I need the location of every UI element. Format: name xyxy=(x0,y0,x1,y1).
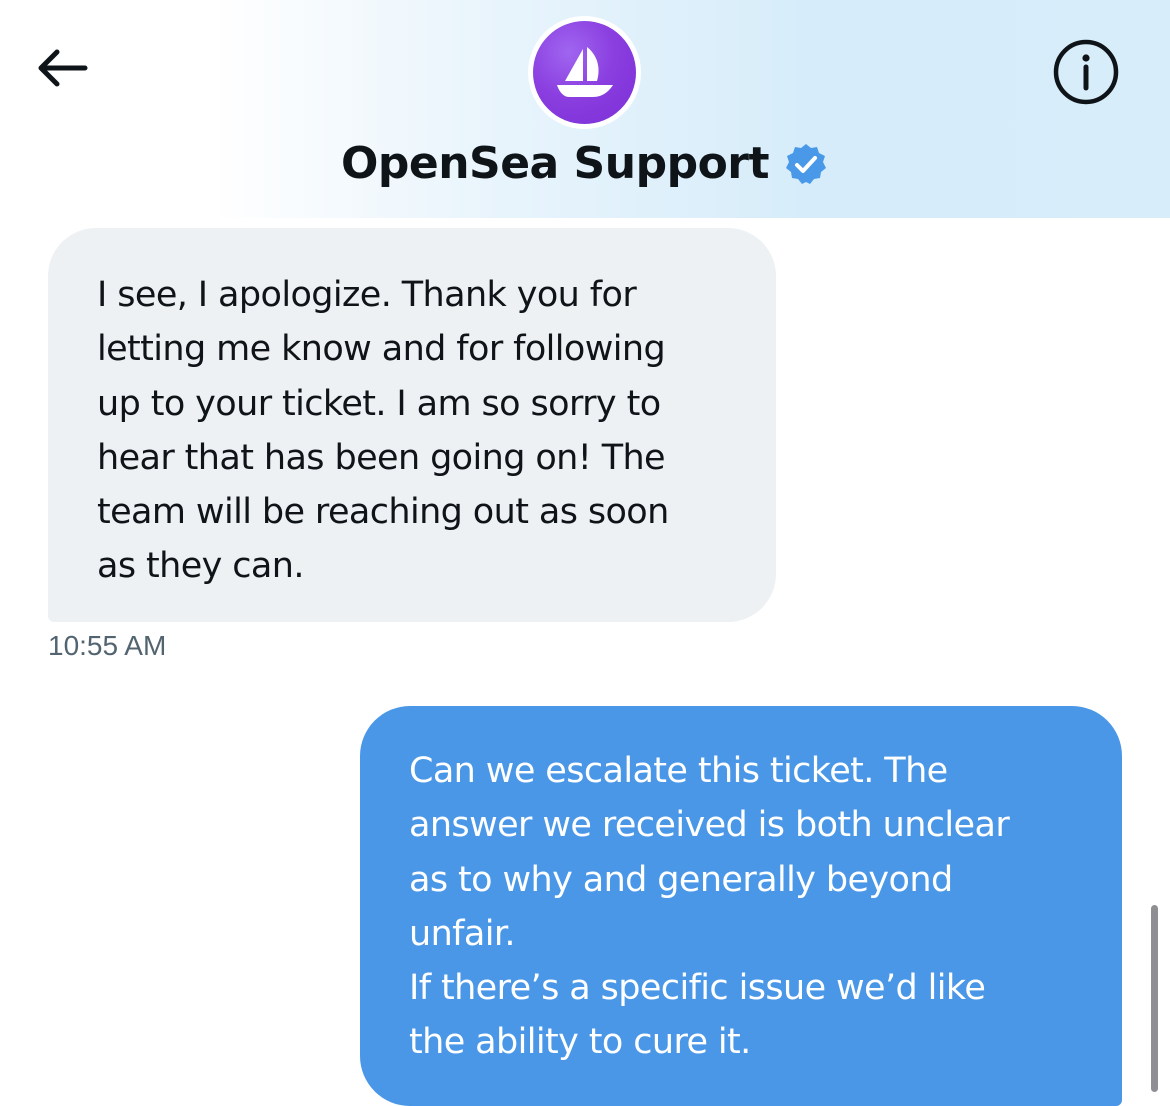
opensea-logo-icon xyxy=(533,21,636,124)
conversation-header: OpenSea Support xyxy=(0,0,1170,218)
avatar[interactable] xyxy=(528,16,641,129)
outgoing-message-text: Can we escalate this ticket. The answer … xyxy=(409,751,1010,1063)
incoming-message-bubble[interactable]: I see, I apologize. Thank you for lettin… xyxy=(48,228,776,622)
info-icon xyxy=(1053,39,1119,105)
message-timestamp: 10:55 AM xyxy=(48,630,167,661)
incoming-message-text: I see, I apologize. Thank you for lettin… xyxy=(97,275,669,587)
title-row: OpenSea Support xyxy=(0,132,1170,194)
outgoing-message-bubble[interactable]: Can we escalate this ticket. The answer … xyxy=(360,706,1122,1106)
page-title: OpenSea Support xyxy=(340,137,770,189)
verified-badge-icon xyxy=(786,144,827,184)
scrollbar[interactable] xyxy=(1151,905,1158,1092)
arrow-left-icon xyxy=(38,49,88,87)
back-button[interactable] xyxy=(28,38,94,98)
info-button[interactable] xyxy=(1050,36,1122,108)
